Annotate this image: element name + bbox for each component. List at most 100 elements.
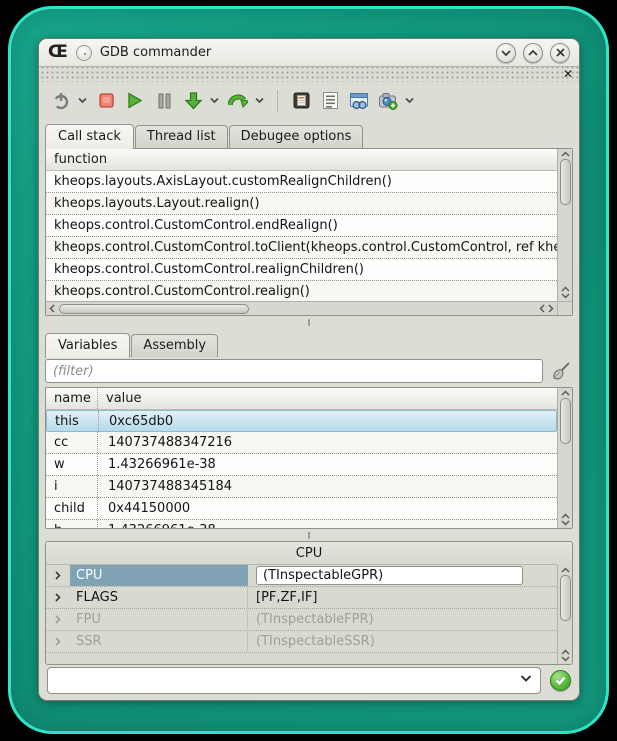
variables-vertical-scrollbar[interactable] bbox=[557, 388, 572, 528]
expand-chevron-icon[interactable] bbox=[46, 571, 70, 580]
scrollbar-thumb[interactable] bbox=[560, 575, 571, 621]
scroll-up-icon[interactable] bbox=[561, 513, 570, 519]
callstack-column-header[interactable]: function bbox=[46, 149, 572, 171]
expand-chevron-icon[interactable] bbox=[46, 615, 70, 624]
variable-row[interactable]: child 0x44150000 bbox=[46, 498, 557, 520]
step-over-button[interactable] bbox=[227, 90, 249, 112]
callstack-row[interactable]: kheops.control.CustomControl.toClient(kh… bbox=[46, 237, 557, 259]
pin-button[interactable] bbox=[76, 45, 92, 61]
command-row bbox=[39, 665, 579, 701]
stop-button[interactable] bbox=[95, 90, 117, 112]
power-icon bbox=[52, 92, 70, 110]
scrollbar-thumb[interactable] bbox=[59, 304, 249, 314]
chevron-down-icon bbox=[210, 97, 219, 104]
window-title: GDB commander bbox=[100, 45, 211, 60]
step-into-button[interactable] bbox=[182, 90, 204, 112]
tab-call-stack[interactable]: Call stack bbox=[45, 124, 134, 149]
callstack-row[interactable]: kheops.control.CustomControl.realign() bbox=[46, 281, 557, 301]
dock-grip-bar[interactable]: ✕ bbox=[39, 67, 579, 82]
scroll-left-icon[interactable] bbox=[46, 304, 55, 313]
scroll-right-icon[interactable] bbox=[548, 304, 554, 313]
scroll-up-icon[interactable] bbox=[561, 390, 570, 396]
call-stack-panel: function kheops.layouts.AxisLayout.custo… bbox=[45, 148, 573, 316]
callstack-vertical-scrollbar[interactable] bbox=[557, 149, 572, 301]
tab-assembly[interactable]: Assembly bbox=[131, 334, 218, 357]
filter-input[interactable] bbox=[45, 359, 543, 383]
watch-window-icon bbox=[349, 92, 369, 110]
scrollbar-thumb[interactable] bbox=[560, 159, 571, 205]
cpu-group: CPU CPU (TInspectableGPR) FLAGS [PF,ZF,I… bbox=[45, 541, 573, 665]
add-snapshot-dropdown-button[interactable] bbox=[403, 90, 415, 112]
callstack-row[interactable]: kheops.control.CustomControl.endRealign(… bbox=[46, 215, 557, 237]
pause-button[interactable] bbox=[153, 90, 175, 112]
titlebar[interactable]: Œ GDB commander bbox=[39, 39, 579, 67]
callstack-row[interactable]: kheops.layouts.AxisLayout.customRealignC… bbox=[46, 171, 557, 193]
power-button[interactable] bbox=[50, 90, 72, 112]
callstack-row[interactable]: kheops.layouts.Layout.realign() bbox=[46, 193, 557, 215]
scroll-down-icon[interactable] bbox=[561, 520, 570, 526]
power-dropdown-button[interactable] bbox=[76, 90, 88, 112]
clear-filter-button[interactable] bbox=[549, 359, 573, 383]
step-into-dropdown-button[interactable] bbox=[208, 90, 220, 112]
variable-row[interactable]: i 140737488345184 bbox=[46, 476, 557, 498]
close-button[interactable] bbox=[550, 43, 570, 63]
add-snapshot-button[interactable] bbox=[377, 90, 399, 112]
check-icon bbox=[555, 676, 566, 685]
tab-variables[interactable]: Variables bbox=[45, 333, 130, 358]
cpu-register-row[interactable]: FPU (TInspectableFPR) bbox=[46, 609, 557, 631]
cpu-register-row[interactable]: FLAGS [PF,ZF,IF] bbox=[46, 587, 557, 609]
scroll-up-icon[interactable] bbox=[561, 567, 570, 573]
column-value[interactable]: value bbox=[98, 388, 150, 409]
scroll-left-icon[interactable] bbox=[539, 304, 545, 313]
expand-chevron-icon[interactable] bbox=[46, 637, 70, 646]
cpu-value-field[interactable]: (TInspectableGPR) bbox=[256, 566, 523, 585]
cpu-chip-icon bbox=[292, 91, 311, 110]
variable-row[interactable]: cc 140737488347216 bbox=[46, 432, 557, 454]
step-into-icon bbox=[184, 91, 203, 110]
output-list-button[interactable] bbox=[319, 90, 341, 112]
chevron-down-icon bbox=[255, 97, 264, 104]
scrollbar-thumb[interactable] bbox=[560, 398, 571, 444]
variable-row[interactable]: this 0xc65db0 bbox=[46, 410, 557, 432]
scroll-down-icon[interactable] bbox=[561, 293, 570, 299]
send-command-button[interactable] bbox=[550, 670, 571, 691]
variable-row[interactable]: w 1.43266961e-38 bbox=[46, 454, 557, 476]
callstack-horizontal-scrollbar[interactable] bbox=[46, 301, 557, 315]
dock-close-icon[interactable]: ✕ bbox=[563, 67, 573, 82]
filter-row bbox=[39, 357, 579, 387]
cpu-register-row[interactable]: SSR (TInspectableSSR) bbox=[46, 631, 557, 653]
app-logo-icon: Œ bbox=[48, 44, 68, 61]
maximize-button[interactable] bbox=[523, 43, 543, 63]
callstack-row[interactable]: kheops.control.CustomControl.realignChil… bbox=[46, 259, 557, 281]
watch-window-button[interactable] bbox=[348, 90, 370, 112]
splitter-grip-icon bbox=[308, 319, 310, 326]
variable-row[interactable]: h 1.43266961e-38 bbox=[46, 520, 557, 528]
cpu-view-button[interactable] bbox=[290, 90, 312, 112]
tab-debugee-options[interactable]: Debugee options bbox=[229, 125, 364, 148]
scroll-down-icon[interactable] bbox=[561, 656, 570, 662]
cpu-vertical-scrollbar[interactable] bbox=[557, 565, 572, 664]
scroll-up-icon[interactable] bbox=[561, 649, 570, 655]
splitter[interactable] bbox=[39, 316, 579, 328]
column-name[interactable]: name bbox=[46, 388, 98, 409]
run-button[interactable] bbox=[124, 90, 146, 112]
expand-chevron-icon[interactable] bbox=[46, 593, 70, 602]
step-over-dropdown-button[interactable] bbox=[253, 90, 265, 112]
tab-thread-list[interactable]: Thread list bbox=[135, 125, 228, 148]
stack-tabbar: Call stack Thread list Debugee options bbox=[39, 119, 579, 148]
chevron-down-icon[interactable] bbox=[520, 674, 532, 683]
cpu-table: CPU (TInspectableGPR) FLAGS [PF,ZF,IF] F… bbox=[46, 564, 557, 664]
cpu-register-row[interactable]: CPU (TInspectableGPR) bbox=[46, 565, 557, 587]
gdb-command-combobox[interactable] bbox=[47, 667, 541, 694]
scroll-up-icon[interactable] bbox=[561, 286, 570, 292]
splitter[interactable] bbox=[39, 529, 579, 541]
scroll-up-icon[interactable] bbox=[561, 151, 570, 157]
stop-icon bbox=[99, 93, 114, 108]
variables-header[interactable]: name value bbox=[46, 388, 572, 410]
minimize-button[interactable] bbox=[496, 43, 516, 63]
run-icon bbox=[127, 92, 143, 109]
inspector-tabbar: Variables Assembly bbox=[39, 328, 579, 357]
chevron-down-icon bbox=[501, 49, 511, 57]
step-over-icon bbox=[228, 92, 248, 110]
callstack-rows: kheops.layouts.AxisLayout.customRealignC… bbox=[46, 171, 557, 301]
